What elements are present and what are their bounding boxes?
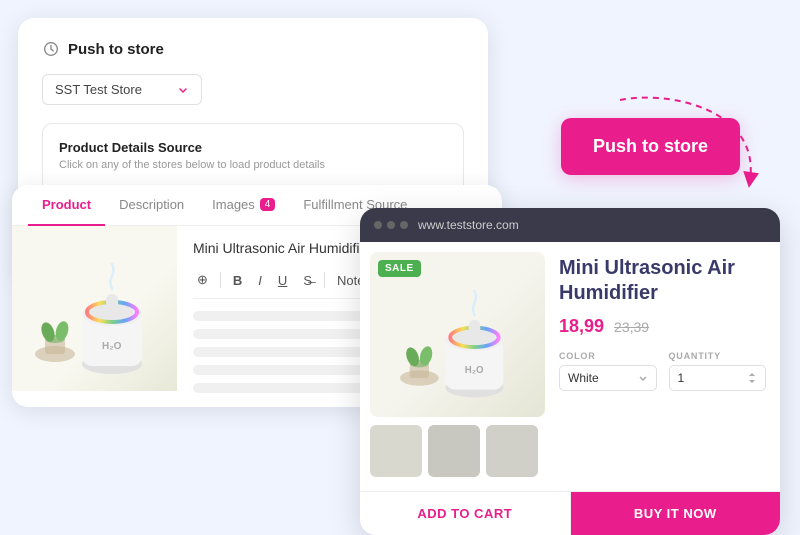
chevron-down-icon-color <box>638 373 648 383</box>
store-humidifier-svg: H₂O <box>388 262 528 407</box>
quantity-input[interactable]: 1 <box>669 365 767 391</box>
push-to-store-button[interactable]: Push to store <box>561 118 740 175</box>
store-info-column: Mini Ultrasonic Air Humidifier 18,99 23,… <box>555 242 780 487</box>
store-price-old: 23,39 <box>614 319 649 335</box>
product-details-label: Product Details Source <box>59 140 447 155</box>
toolbar-sep-2 <box>324 272 325 288</box>
humidifier-svg: H₂O <box>30 234 160 384</box>
panel-header: Push to store <box>42 40 464 58</box>
store-price-row: 18,99 23,39 <box>559 316 766 337</box>
store-select-dropdown[interactable]: SST Test Store <box>42 74 202 105</box>
product-details-hint: Click on any of the stores below to load… <box>59 159 447 171</box>
browser-dot-3 <box>400 221 408 229</box>
color-label: COLOR <box>559 351 657 361</box>
toolbar-italic[interactable]: I <box>254 271 266 290</box>
tab-images[interactable]: Images 4 <box>198 185 289 226</box>
store-main-image: SALE H₂O <box>370 252 545 417</box>
store-thumb-2[interactable] <box>428 425 480 477</box>
store-thumbnails <box>370 425 545 477</box>
svg-text:H₂O: H₂O <box>102 341 122 352</box>
browser-url: www.teststore.com <box>418 218 519 232</box>
add-to-cart-button[interactable]: ADD TO CART <box>360 492 571 535</box>
browser-dot-2 <box>387 221 395 229</box>
tab-description[interactable]: Description <box>105 185 198 226</box>
store-product: SALE H₂O <box>360 242 780 487</box>
store-product-title: Mini Ultrasonic Air Humidifier <box>559 256 766 306</box>
images-badge: 4 <box>260 198 276 211</box>
chevron-down-icon <box>177 84 189 96</box>
toolbar-strikethrough[interactable]: S̶ <box>299 271 316 290</box>
quantity-arrows-icon <box>747 371 757 385</box>
quantity-label: QUANTITY <box>669 351 767 361</box>
store-price-main: 18,99 <box>559 316 604 337</box>
color-select[interactable]: White <box>559 365 657 391</box>
store-select-row: SST Test Store <box>42 74 464 105</box>
text-line-3 <box>193 347 369 357</box>
toolbar-bold[interactable]: B <box>229 271 246 290</box>
browser-dot-1 <box>374 221 382 229</box>
store-actions: ADD TO CART BUY IT NOW <box>360 491 780 535</box>
sync-icon <box>42 40 60 58</box>
buy-now-button[interactable]: BUY IT NOW <box>571 492 781 535</box>
toolbar-sep-1 <box>220 272 221 288</box>
store-select-label: SST Test Store <box>55 82 142 97</box>
store-fields: COLOR White QUANTITY 1 <box>559 351 766 391</box>
sale-badge: SALE <box>378 260 421 277</box>
toolbar-underline[interactable]: U <box>274 271 291 290</box>
color-field: COLOR White <box>559 351 657 391</box>
store-image-column: SALE H₂O <box>360 242 555 487</box>
svg-text:H₂O: H₂O <box>464 365 483 376</box>
panel-title: Push to store <box>68 41 164 58</box>
browser-bar: www.teststore.com <box>360 208 780 242</box>
color-value: White <box>568 371 599 385</box>
browser-dots <box>374 221 408 229</box>
quantity-field: QUANTITY 1 <box>669 351 767 391</box>
store-thumb-1[interactable] <box>370 425 422 477</box>
quantity-value: 1 <box>678 371 685 385</box>
store-thumb-3[interactable] <box>486 425 538 477</box>
store-preview-panel: www.teststore.com SALE <box>360 208 780 535</box>
product-image: H₂O <box>12 226 177 391</box>
tab-product[interactable]: Product <box>28 185 105 226</box>
toolbar-search[interactable]: ⊕ <box>193 270 212 290</box>
